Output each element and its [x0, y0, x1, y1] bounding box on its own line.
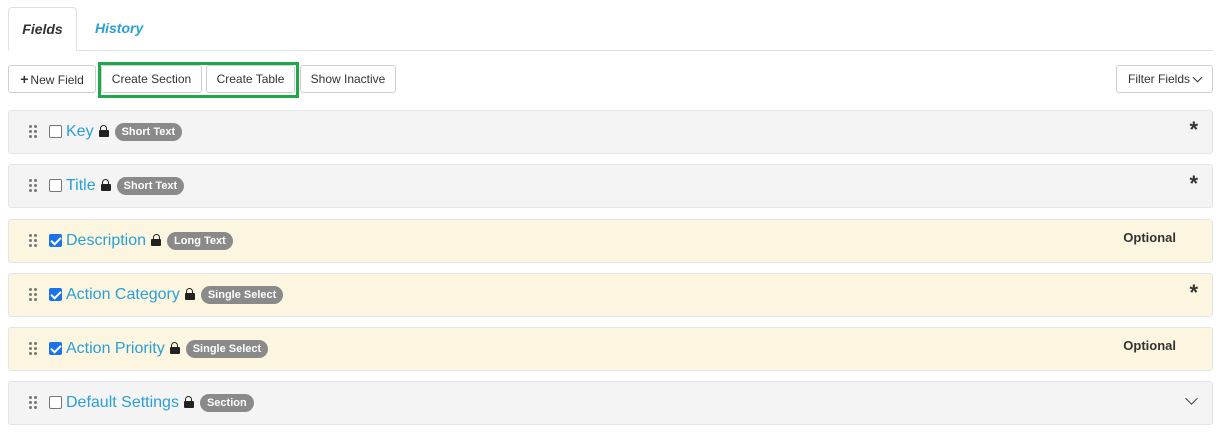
- create-section-button[interactable]: Create Section: [101, 65, 202, 93]
- field-type-badge: Short Text: [116, 177, 185, 195]
- required-indicator: *: [1189, 171, 1198, 196]
- field-checkbox[interactable]: [49, 396, 62, 409]
- drag-handle-icon[interactable]: [29, 234, 39, 248]
- field-name-link[interactable]: Default Settings: [66, 394, 179, 411]
- new-field-button[interactable]: + New Field: [8, 65, 96, 93]
- field-checkbox[interactable]: [49, 288, 62, 301]
- drag-handle-icon[interactable]: [29, 288, 39, 302]
- field-row-description: Description Long Text Optional: [8, 219, 1213, 263]
- lock-icon: [169, 342, 180, 354]
- lock-icon: [184, 288, 195, 300]
- field-name-link[interactable]: Description: [66, 232, 146, 249]
- field-checkbox[interactable]: [49, 234, 62, 247]
- field-type-badge: Long Text: [167, 232, 233, 250]
- filter-fields-label: Filter Fields: [1127, 72, 1190, 86]
- drag-handle-icon[interactable]: [29, 342, 39, 356]
- tab-fields[interactable]: Fields: [8, 7, 77, 51]
- field-checkbox[interactable]: [49, 179, 62, 192]
- optional-label: Optional: [1123, 338, 1176, 353]
- chevron-down-icon: [1192, 72, 1203, 83]
- required-indicator: *: [1189, 280, 1198, 305]
- tab-history[interactable]: History: [95, 7, 143, 49]
- drag-handle-icon[interactable]: [29, 396, 39, 410]
- lock-icon: [183, 396, 194, 408]
- plus-icon: +: [20, 71, 29, 87]
- field-type-badge: Single Select: [185, 340, 269, 358]
- field-type-badge: Short Text: [114, 123, 183, 141]
- new-field-label: New Field: [30, 73, 84, 87]
- show-inactive-button[interactable]: Show Inactive: [300, 65, 396, 93]
- field-row-default-settings: Default Settings Section: [8, 381, 1213, 425]
- field-checkbox[interactable]: [49, 342, 62, 355]
- chevron-down-icon[interactable]: [1185, 392, 1198, 405]
- field-name-link[interactable]: Title: [66, 177, 96, 194]
- field-row-key: Key Short Text *: [8, 110, 1213, 154]
- lock-icon: [100, 179, 111, 191]
- filter-fields-button[interactable]: Filter Fields: [1116, 65, 1213, 93]
- field-type-badge: Single Select: [200, 286, 284, 304]
- field-row-action-priority: Action Priority Single Select Optional: [8, 327, 1213, 371]
- field-name-link[interactable]: Action Priority: [66, 340, 165, 357]
- field-checkbox[interactable]: [49, 125, 62, 138]
- field-row-action-category: Action Category Single Select *: [8, 273, 1213, 317]
- drag-handle-icon[interactable]: [29, 125, 39, 139]
- create-table-button[interactable]: Create Table: [206, 65, 295, 93]
- lock-icon: [151, 234, 162, 246]
- tab-bar: Fields History: [8, 7, 1213, 51]
- field-row-title: Title Short Text *: [8, 164, 1213, 208]
- field-name-link[interactable]: Key: [66, 123, 94, 140]
- optional-label: Optional: [1123, 230, 1176, 245]
- required-indicator: *: [1189, 117, 1198, 142]
- field-type-badge: Section: [199, 394, 254, 412]
- drag-handle-icon[interactable]: [29, 179, 39, 193]
- field-name-link[interactable]: Action Category: [66, 286, 180, 303]
- lock-icon: [98, 125, 109, 137]
